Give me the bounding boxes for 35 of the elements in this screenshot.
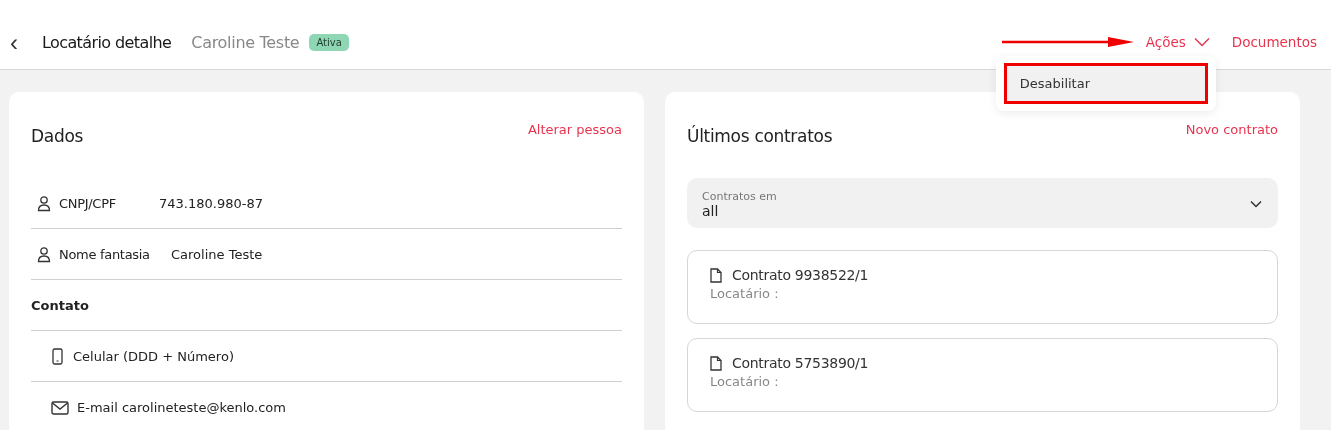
document-icon <box>710 355 722 371</box>
contract-subtitle: Locatário : <box>710 286 780 301</box>
contract-card[interactable]: Contrato 5753890/1 Locatário : <box>687 338 1278 412</box>
status-badge: Ativa <box>309 34 349 51</box>
field-value: Caroline Teste <box>171 246 263 262</box>
contract-subtitle: Locatário : <box>710 374 780 389</box>
person-name: Caroline Teste <box>191 33 300 52</box>
field-label: Nome fantasia <box>59 246 151 262</box>
back-button[interactable]: ‹ <box>4 30 24 55</box>
menu-item[interactable]: Desabilitar <box>1003 62 1208 104</box>
contact-text: E-mail carolineteste@kenlo.com <box>77 400 286 415</box>
mail-icon <box>51 399 69 416</box>
contract-card[interactable]: Contrato 9938522/1 Locatário : <box>687 250 1278 324</box>
section-title: Últimos contratos <box>687 126 833 146</box>
phone-icon <box>51 347 65 365</box>
page-title: Locatário detalhe <box>42 33 172 52</box>
chevron-icon <box>1193 36 1210 47</box>
section-title: Dados <box>31 126 84 146</box>
section-heading: Contato <box>31 297 89 313</box>
contact-text: Celular (DDD + Número) <box>73 348 234 364</box>
field-value: 743.180.980-87 <box>159 195 263 211</box>
contract-title: Contrato 5753890/1 <box>732 355 869 371</box>
documents-link[interactable]: Documentos <box>1231 33 1317 50</box>
contract-title: Contrato 9938522/1 <box>732 267 869 283</box>
select-label: Contratos em <box>702 189 777 203</box>
chevron-icon <box>1250 200 1262 208</box>
person-icon <box>37 245 51 263</box>
document-icon <box>710 267 722 283</box>
select-value: all <box>702 202 720 219</box>
person-icon <box>37 194 51 212</box>
contracts-filter-select[interactable]: Contratos em all <box>687 178 1278 228</box>
change-person-link[interactable]: Alterar pessoa <box>527 122 622 137</box>
actions-dropdown[interactable]: Ações <box>1145 33 1210 50</box>
new-contract-link[interactable]: Novo contrato <box>1185 122 1278 137</box>
field-label: CNPJ/CPF <box>59 195 117 211</box>
